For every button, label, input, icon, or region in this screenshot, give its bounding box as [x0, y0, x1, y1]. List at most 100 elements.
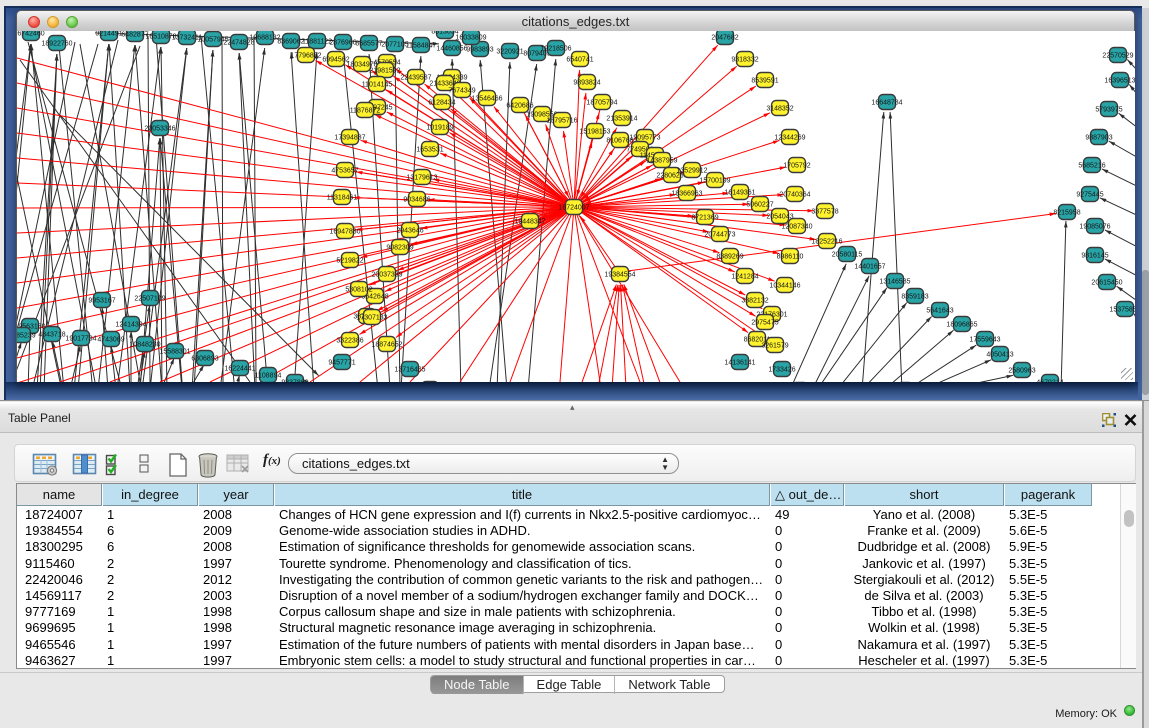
- svg-text:13179613: 13179613: [406, 174, 437, 181]
- svg-text:18795716: 18795716: [546, 117, 577, 124]
- svg-text:11876872: 11876872: [350, 107, 381, 114]
- svg-text:2876966: 2876966: [329, 39, 356, 46]
- svg-text:20580115: 20580115: [832, 251, 863, 258]
- svg-text:18096865: 18096865: [946, 321, 977, 328]
- svg-text:11014145: 11014145: [362, 81, 393, 88]
- svg-text:8389269: 8389269: [716, 253, 743, 260]
- svg-text:6742460: 6742460: [17, 31, 44, 37]
- svg-text:14136141: 14136141: [724, 359, 755, 366]
- svg-text:16947830: 16947830: [329, 228, 360, 235]
- svg-text:18922760: 18922760: [41, 40, 72, 47]
- svg-text:11584847: 11584847: [406, 42, 437, 49]
- svg-text:3377578: 3377578: [811, 208, 838, 215]
- svg-text:3382132: 3382132: [741, 297, 768, 304]
- svg-text:5685216: 5685216: [1078, 162, 1105, 169]
- svg-text:4679214: 4679214: [1036, 379, 1063, 382]
- svg-text:5060227: 5060227: [746, 201, 773, 208]
- svg-text:13546466: 13546466: [471, 95, 502, 102]
- svg-text:13146585: 13146585: [879, 278, 910, 285]
- svg-text:9887903: 9887903: [1085, 134, 1112, 141]
- svg-text:14460856: 14460856: [436, 45, 467, 52]
- svg-text:19218506: 19218506: [540, 45, 571, 52]
- svg-text:2580963: 2580963: [1008, 367, 1035, 374]
- svg-text:6128434: 6128434: [428, 99, 455, 106]
- svg-text:4050413: 4050413: [986, 351, 1013, 358]
- svg-text:5219822: 5219822: [336, 257, 363, 264]
- svg-text:22570529: 22570529: [1102, 52, 1133, 59]
- svg-text:9893824: 9893824: [573, 79, 600, 86]
- svg-text:5641643: 5641643: [926, 307, 953, 314]
- svg-text:13716485: 13716485: [394, 366, 425, 373]
- svg-text:2047682: 2047682: [711, 34, 738, 41]
- svg-text:9953167: 9953167: [88, 297, 115, 304]
- svg-text:16149361: 16149361: [724, 189, 755, 196]
- svg-text:1241284: 1241284: [731, 273, 758, 280]
- svg-text:9275445: 9275445: [1076, 191, 1103, 198]
- svg-text:14401657: 14401657: [854, 263, 885, 270]
- svg-text:9457771: 9457771: [328, 359, 355, 366]
- svg-text:19095773: 19095773: [629, 134, 660, 141]
- svg-text:18366963: 18366963: [671, 190, 702, 197]
- svg-text:1733426: 1733426: [768, 366, 795, 373]
- svg-text:18874652: 18874652: [371, 341, 402, 348]
- svg-text:3220921: 3220921: [496, 48, 523, 55]
- svg-text:16224441: 16224441: [224, 365, 255, 372]
- svg-text:15198153: 15198153: [579, 128, 610, 135]
- svg-text:9837869: 9837869: [281, 379, 308, 382]
- svg-text:22439587: 22439587: [400, 74, 431, 81]
- svg-text:12414394: 12414394: [115, 321, 146, 328]
- svg-text:2943646: 2943646: [396, 227, 423, 234]
- svg-text:1385239: 1385239: [17, 332, 36, 339]
- svg-text:11881122: 11881122: [302, 38, 332, 45]
- svg-text:19384554: 19384554: [604, 271, 635, 278]
- svg-text:15588301: 15588301: [159, 348, 190, 355]
- svg-text:11318461: 11318461: [327, 194, 358, 201]
- svg-text:21981592: 21981592: [369, 67, 400, 74]
- svg-text:1705792: 1705792: [783, 162, 810, 169]
- svg-text:3148352: 3148352: [766, 105, 793, 112]
- svg-text:6420686: 6420686: [506, 102, 533, 109]
- svg-text:19085076: 19085076: [1079, 223, 1110, 230]
- svg-text:16648784: 16648784: [871, 99, 902, 106]
- svg-text:2975475: 2975475: [751, 319, 778, 326]
- svg-text:2077105: 2077105: [381, 41, 408, 48]
- svg-text:22507109: 22507109: [134, 295, 165, 302]
- svg-text:9983893: 9983893: [466, 46, 493, 53]
- svg-text:18705794: 18705794: [586, 99, 617, 106]
- svg-text:17796882: 17796882: [290, 52, 321, 59]
- svg-text:20053346: 20053346: [144, 125, 175, 132]
- svg-text:12087340: 12087340: [781, 223, 812, 230]
- svg-text:20744773: 20744773: [704, 231, 735, 238]
- svg-text:8986110: 8986110: [777, 253, 804, 260]
- svg-text:4743069: 4743069: [97, 336, 124, 343]
- svg-text:9082309: 9082309: [386, 244, 413, 251]
- svg-text:12344269: 12344269: [774, 134, 805, 141]
- svg-text:1108894: 1108894: [255, 372, 282, 379]
- svg-text:8721369: 8721369: [691, 214, 718, 221]
- svg-text:18252216: 18252216: [811, 238, 842, 245]
- svg-text:13529912: 13529912: [676, 167, 707, 174]
- svg-text:8539591: 8539591: [751, 77, 778, 84]
- svg-text:4843718: 4843718: [38, 331, 65, 338]
- svg-text:1653531: 1653531: [416, 146, 443, 153]
- svg-text:6306893: 6306893: [191, 355, 218, 362]
- svg-text:10848230: 10848230: [129, 341, 160, 348]
- svg-text:18724007: 18724007: [558, 204, 589, 211]
- svg-text:21353914: 21353914: [606, 115, 637, 122]
- svg-text:8359183: 8359183: [901, 293, 928, 300]
- svg-text:15375853: 15375853: [1109, 306, 1135, 313]
- svg-text:10344146: 10344146: [769, 282, 800, 289]
- svg-text:17394887: 17394887: [334, 134, 365, 141]
- svg-text:19017734: 19017734: [65, 335, 96, 342]
- svg-text:3322386: 3322386: [336, 337, 363, 344]
- svg-text:9318332: 9318332: [731, 56, 758, 63]
- svg-text:14387959: 14387959: [646, 157, 677, 164]
- svg-text:19448347: 19448347: [514, 218, 545, 225]
- svg-text:8369062: 8369062: [277, 38, 304, 45]
- svg-text:5308102: 5308102: [345, 286, 372, 293]
- svg-text:15700199: 15700199: [699, 177, 730, 184]
- svg-text:3261579: 3261579: [761, 342, 788, 349]
- svg-text:20740364: 20740364: [779, 191, 810, 198]
- svg-text:16396513: 16396513: [1104, 77, 1135, 84]
- svg-text:8685577: 8685577: [355, 40, 382, 47]
